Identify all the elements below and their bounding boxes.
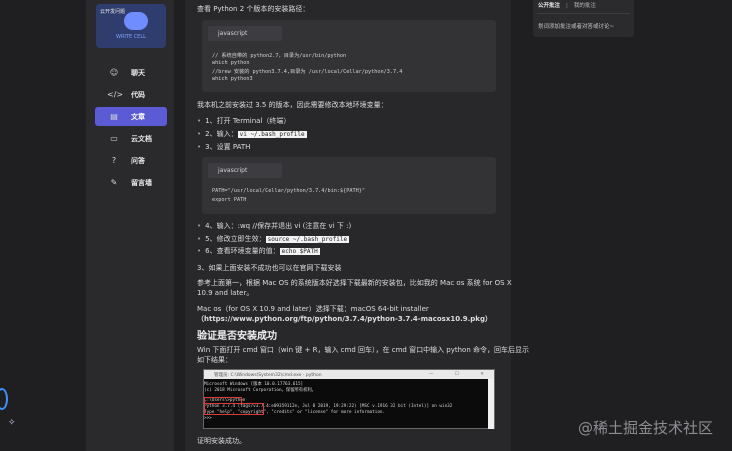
paragraph: 如下结果： [197,356,232,364]
edit-icon: ✎ [110,178,118,187]
nav-item-article[interactable]: ▤ 文章 [95,107,167,126]
article-icon: ▤ [110,112,118,121]
nav-label: 问答 [131,156,145,165]
cmd-line: >>> [204,416,212,421]
tab-public-annotations[interactable]: 公开批注 [538,3,560,9]
cmd-line: (c) 2018 Microsoft Corporation。保留所有权利。 [204,388,316,393]
sparkle-icon: ✧ [8,418,16,428]
chat-icon: ☺ [109,68,119,77]
nav-label: 文章 [131,112,145,121]
list-item: • 1、打开 Terminal（终端） [197,117,291,125]
list-item-text: 6、查看环境变量的值： [205,247,280,255]
decorative-swirl-icon [0,388,8,410]
logo-mascot-icon [124,12,148,30]
divider [537,13,630,14]
code-line: PATH="/usr/local/Cellar/python/3.7.4/bin… [212,188,366,194]
question-icon: ? [111,156,117,165]
list-item-text: 1、打开 Terminal（终端） [205,117,291,125]
list-item: • 6、查看环境变量的值： echo $PATH [197,247,320,255]
inline-code: vi ~/.bash_profile [237,131,307,138]
highlight-box [204,403,264,415]
list-item-text: 2、输入： [205,130,238,138]
site-logo[interactable]: 云开发问题 WRITE CELL [96,4,166,48]
inline-code: source ~/.bash_profile [265,236,350,243]
code-block: javascript // 系统自带的 python2.7，目录为/usr/bi… [202,20,496,92]
code-line: which python3 [212,76,253,82]
folder-icon: ▭ [110,134,118,143]
list-item-text: 4、输入：:wq //保存并退出 vi (注意在 vi 下 :) [205,222,352,230]
paragraph: 查看 Python 2 个版本的安装路径： [197,5,310,13]
paragraph: 3、如果上面安装不成功也可以在官网下载安装 [197,264,342,272]
code-line: export PATH [212,197,247,203]
nav-item-qa[interactable]: ? 问答 [95,151,167,170]
code-lang-label: javascript [208,163,282,178]
annotation-tabs: 公开批注 | 我的批注 [538,1,596,9]
list-item-text: 3、设置 PATH [205,143,251,151]
nav-item-message-wall[interactable]: ✎ 留言墙 [95,173,167,192]
nav-item-code[interactable]: </> 代码 [95,85,167,104]
code-block: javascript PATH="/usr/local/Cellar/pytho… [202,157,496,214]
nav-label: 代码 [131,90,145,99]
logo-bottom-text: WRITE CELL [116,34,146,40]
tab-my-annotations[interactable]: 我的批注 [574,3,596,9]
nav-item-chat[interactable]: ☺ 聊天 [95,63,167,82]
list-item: • 4、输入：:wq //保存并退出 vi (注意在 vi 下 :) [197,222,352,230]
paragraph: 参考上面第一，根据 Mac OS 的系统版本好选择下载最新的安装包，比如我的 M… [197,279,512,287]
nav-label: 云文档 [131,134,152,143]
article-content: 查看 Python 2 个版本的安装路径： javascript // 系统自带… [185,0,529,451]
annotation-panel: 公开批注 | 我的批注 划词添加批注或者对答或讨论~ [533,0,634,37]
logo-top-text: 云开发问题 [100,9,126,15]
code-line: //brew 安装的 python3.7.4,目录为 /usr/local/Ce… [212,69,403,75]
paragraph: Mac os（for OS X 10.9 and later）选择下载：macO… [197,305,429,313]
nav-label: 留言墙 [131,178,152,187]
cmd-title: 管理员: C:\Windows\System32\cmd.exe - pytho… [214,372,322,378]
inline-code: echo $PATH [279,248,320,255]
list-item: • 2、输入： vi ~/.bash_profile [197,130,307,138]
nav-label: 聊天 [131,68,145,77]
list-item: • 5、修改立即生效： source ~/.bash_profile [197,235,350,243]
cmd-titlebar: 管理员: C:\Windows\System32\cmd.exe - pytho… [204,370,494,379]
window-controls-icon: — ☐ ✕ [428,372,494,377]
list-item: • 3、设置 PATH [197,143,251,151]
section-heading: 验证是否安装成功 [197,331,277,342]
paragraph: 证明安装成功。 [197,437,246,445]
watermark: @稀土掘金技术社区 [578,419,714,437]
annotation-empty-hint: 划词添加批注或者对答或讨论~ [538,24,615,30]
paragraph: 10.9 and later。 [197,289,254,297]
code-icon: </> [107,90,124,99]
code-line: which python [212,60,250,66]
tab-separator: | [566,3,568,9]
cmd-screenshot: 管理员: C:\Windows\System32\cmd.exe - pytho… [203,369,495,429]
code-line: // 系统自带的 python2.7，目录为/usr/bin/python [212,53,347,59]
paragraph: Win 下面打开 cmd 窗口（win 键 + R，输入 cmd 回车），在 c… [197,346,530,354]
list-item-text: 5、修改立即生效： [205,235,266,243]
nav-item-cloud-docs[interactable]: ▭ 云文档 [95,129,167,148]
download-link[interactable]: （https://www.python.org/ftp/python/3.7.4… [197,314,492,324]
paragraph: 我本机之前安装过 3.5 的版本，因此需要修改本地环境变量： [197,101,388,109]
cmd-scrollbar[interactable] [488,379,494,429]
code-lang-label: javascript [208,26,282,41]
left-sidebar: 云开发问题 WRITE CELL ☺ 聊天 </> 代码 ▤ 文章 ▭ 云文档 … [86,0,174,451]
